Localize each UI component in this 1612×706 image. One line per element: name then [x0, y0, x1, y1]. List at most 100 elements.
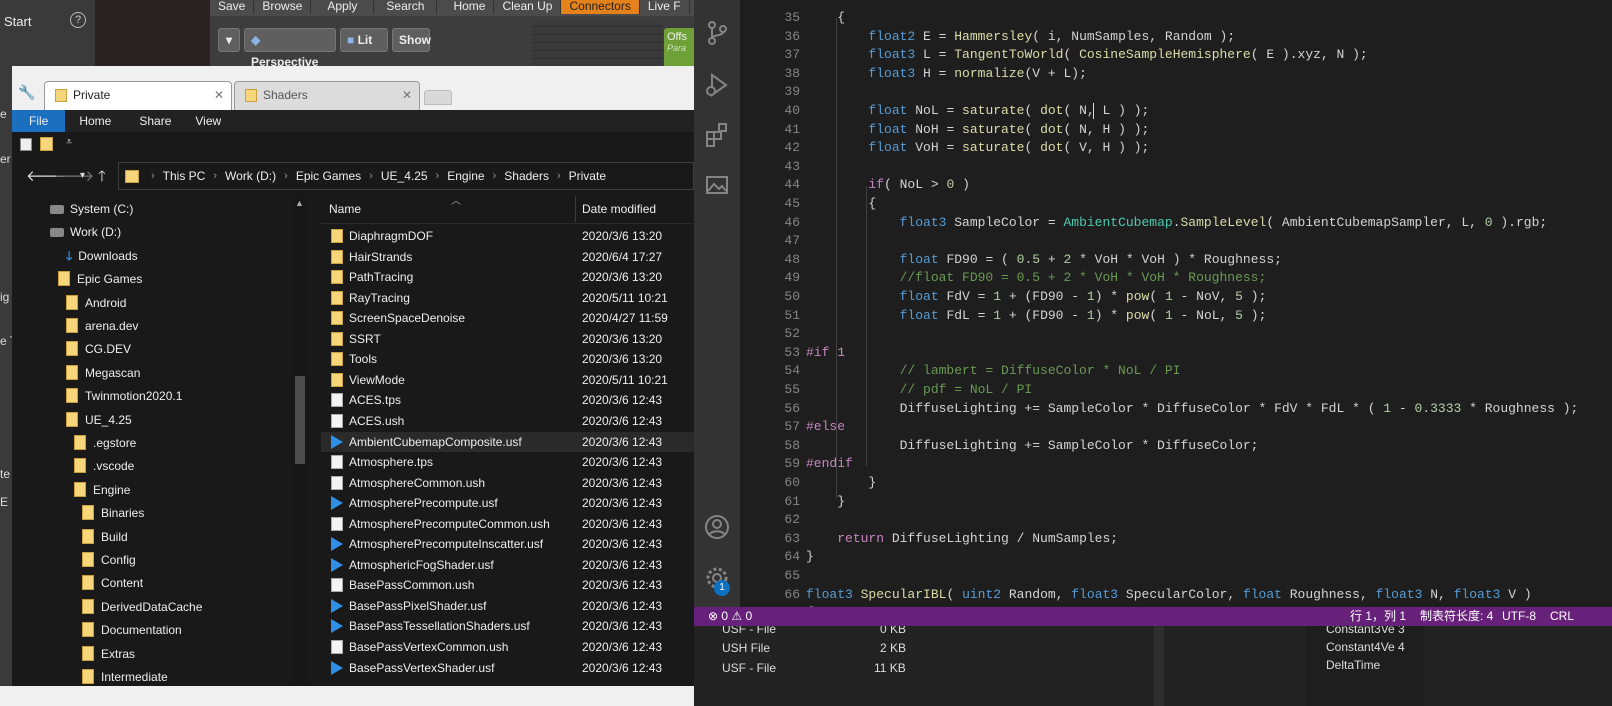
- code-line[interactable]: #else: [806, 419, 845, 434]
- forward-arrow-icon[interactable]: 🡒: [54, 166, 94, 185]
- ue-node[interactable]: Offs Para: [664, 28, 696, 66]
- code-line[interactable]: //float FD90 = 0.5 + 2 * VoH * VoH * Rou…: [806, 270, 1267, 285]
- file-row[interactable]: RayTracing 2020/5/11 10:21: [321, 288, 694, 308]
- file-row[interactable]: AtmospherePrecompute.usf 2020/3/6 12:43: [321, 493, 694, 513]
- sidebar-item[interactable]: Engine: [74, 479, 130, 502]
- sidebar-item[interactable]: Epic Games: [58, 268, 142, 291]
- file-row[interactable]: SSRT 2020/3/6 13:20: [321, 329, 694, 349]
- search-button[interactable]: Search: [374, 0, 438, 14]
- apply-button[interactable]: Apply: [311, 0, 375, 14]
- code-line[interactable]: float3 SampleColor = AmbientCubemap.Samp…: [806, 215, 1548, 230]
- code-line[interactable]: #if 1: [806, 345, 845, 360]
- chevron-down-icon[interactable]: ⩡: [66, 136, 72, 149]
- close-icon[interactable]: ✕: [214, 82, 224, 109]
- image-preview-icon[interactable]: [704, 172, 730, 198]
- start-label[interactable]: Start: [4, 14, 31, 29]
- column-name[interactable]: Name: [329, 202, 361, 216]
- file-row[interactable]: BasePassVertexShader.usf 2020/3/6 12:43: [321, 658, 694, 678]
- column-divider[interactable]: [575, 196, 576, 222]
- file-row[interactable]: AtmosphereCommon.ush 2020/3/6 12:43: [321, 473, 694, 493]
- file-row[interactable]: BasePassPixelShader.usf 2020/3/6 12:43: [321, 596, 694, 616]
- help-icon[interactable]: ?: [70, 12, 86, 28]
- home-button[interactable]: Home: [437, 0, 495, 14]
- show-button[interactable]: Show: [392, 28, 431, 52]
- ribbon-view[interactable]: View: [185, 110, 231, 132]
- code-line[interactable]: float2 E = Hammersley( i, NumSamples, Ra…: [806, 29, 1235, 44]
- crumb[interactable]: Epic Games: [296, 169, 361, 183]
- column-date-modified[interactable]: Date modified: [582, 202, 656, 216]
- problems-indicator[interactable]: ⊗ 0 ⚠ 0: [708, 607, 752, 626]
- code-line[interactable]: #endif: [806, 456, 853, 471]
- file-row[interactable]: Atmosphere.tps 2020/3/6 12:43: [321, 452, 694, 472]
- run-debug-icon[interactable]: [704, 72, 730, 98]
- code-line[interactable]: if( NoL > 0 ): [806, 177, 969, 192]
- param-item[interactable]: Constant4Ve 4: [1326, 640, 1405, 654]
- lit-button[interactable]: ■ Lit: [340, 28, 388, 52]
- code-line[interactable]: float FdV = 1 + (FD90 - 1) * pow( 1 - No…: [806, 289, 1267, 304]
- properties-icon[interactable]: [20, 138, 32, 151]
- account-icon[interactable]: [704, 514, 730, 540]
- chevron-down-icon[interactable]: ▾: [218, 28, 240, 52]
- file-row[interactable]: BasePassTessellationShaders.usf 2020/3/6 …: [321, 616, 694, 636]
- sidebar-item[interactable]: Twinmotion2020.1: [66, 385, 182, 408]
- sidebar-item[interactable]: DerivedDataCache: [82, 596, 202, 619]
- sidebar-item[interactable]: Binaries: [82, 502, 144, 525]
- tab-shaders[interactable]: Shaders ✕: [234, 81, 420, 110]
- code-line[interactable]: // pdf = NoL / PI: [806, 382, 1033, 397]
- ribbon-share[interactable]: Share: [125, 110, 185, 132]
- extensions-icon[interactable]: [704, 122, 730, 148]
- file-row[interactable]: PathTracing 2020/3/6 13:20: [321, 267, 694, 287]
- crumb[interactable]: Work (D:): [225, 169, 276, 183]
- code-line[interactable]: float NoH = saturate( dot( N, H ) );: [806, 122, 1149, 137]
- sidebar-item[interactable]: Config: [82, 549, 136, 572]
- address-bar[interactable]: › This PC › Work (D:) › Epic Games › UE_4.2…: [118, 162, 694, 190]
- file-row[interactable]: ViewMode 2020/5/11 10:21: [321, 370, 694, 390]
- file-row[interactable]: ACES.ush 2020/3/6 12:43: [321, 411, 694, 431]
- cursor-position[interactable]: 行 1，列 1: [1350, 607, 1406, 626]
- up-arrow-icon[interactable]: 🡑: [98, 166, 106, 191]
- scrollbar-thumb[interactable]: [295, 376, 305, 464]
- file-row[interactable]: BasePassVertexCommon.ush 2020/3/6 12:43: [321, 637, 694, 657]
- new-tab-button[interactable]: [424, 90, 452, 105]
- file-row[interactable]: AtmospherePrecomputeCommon.ush 2020/3/6 1…: [321, 514, 694, 534]
- recent-locations-icon[interactable]: ▾: [80, 170, 85, 181]
- code-line[interactable]: float3 L = TangentToWorld( CosineSampleH…: [806, 47, 1367, 62]
- sidebar-item[interactable]: arena.dev: [66, 315, 138, 338]
- line-ending[interactable]: CRL: [1550, 607, 1574, 626]
- encoding[interactable]: UTF-8: [1502, 607, 1536, 626]
- code-line[interactable]: {: [806, 10, 845, 25]
- sidebar-item[interactable]: System (C:): [50, 198, 133, 221]
- sidebar-item[interactable]: Content: [82, 572, 143, 595]
- file-row[interactable]: HairStrands 2020/6/4 17:27: [321, 247, 694, 267]
- crumb[interactable]: Private: [569, 169, 606, 183]
- browse-button[interactable]: Browse: [254, 0, 312, 14]
- sidebar-item[interactable]: Megascan: [66, 362, 140, 385]
- code-line[interactable]: float3 H = normalize(V + L);: [806, 66, 1086, 81]
- code-line[interactable]: float FdL = 1 + (FD90 - 1) * pow( 1 - No…: [806, 308, 1267, 323]
- file-row[interactable]: ACES.tps 2020/3/6 12:43: [321, 390, 694, 410]
- new-folder-icon[interactable]: [40, 137, 53, 151]
- file-row[interactable]: DiaphragmDOF 2020/3/6 13:20: [321, 226, 694, 246]
- tab-private[interactable]: Private ✕: [44, 81, 232, 110]
- sidebar-item[interactable]: Intermediate: [82, 666, 168, 686]
- live-button[interactable]: Live F: [640, 0, 690, 14]
- code-line[interactable]: float NoL = saturate( dot( N, L ) );: [806, 103, 1149, 118]
- code-line[interactable]: float3 SpecularIBL( uint2 Random, float3…: [806, 587, 1532, 602]
- code-line[interactable]: // lambert = DiffuseColor * NoL / PI: [806, 363, 1181, 378]
- sidebar-item[interactable]: Build: [82, 526, 128, 549]
- clean-up-button[interactable]: Clean Up: [494, 0, 562, 14]
- code-line[interactable]: DiffuseLighting += SampleColor * Diffuse…: [806, 438, 1259, 453]
- file-row[interactable]: BasePassCommon.ush 2020/3/6 12:43: [321, 575, 694, 595]
- code-line[interactable]: return DiffuseLighting / NumSamples;: [806, 531, 1118, 546]
- code-line[interactable]: float FD90 = ( 0.5 + 2 * VoH * VoH ) * R…: [806, 252, 1282, 267]
- crumb[interactable]: This PC: [163, 169, 206, 183]
- close-icon[interactable]: ✕: [402, 82, 412, 109]
- crumb[interactable]: Engine: [447, 169, 484, 183]
- code-line[interactable]: }: [806, 475, 876, 490]
- perspective-button[interactable]: ◆ Perspective: [244, 28, 336, 69]
- file-row[interactable]: AtmospherePrecomputeInscatter.usf 2020/3/…: [321, 534, 694, 554]
- sidebar-item[interactable]: .vscode: [74, 455, 134, 478]
- tab-size[interactable]: 制表符长度: 4: [1420, 607, 1493, 626]
- sidebar-item[interactable]: .egstore: [74, 432, 136, 455]
- code-line[interactable]: }: [806, 549, 814, 564]
